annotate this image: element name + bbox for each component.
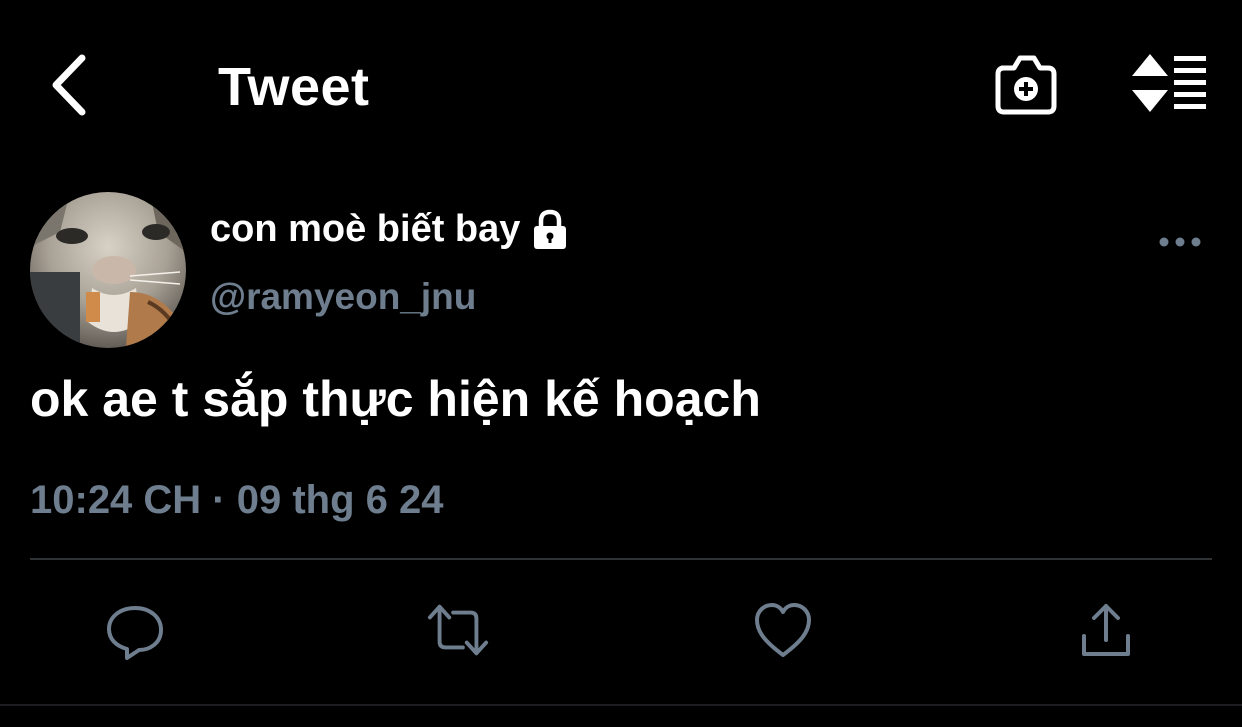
chevron-left-icon bbox=[52, 54, 86, 116]
lock-icon bbox=[530, 209, 570, 251]
like-button[interactable] bbox=[751, 598, 815, 662]
divider bbox=[30, 558, 1212, 560]
camera-add-icon bbox=[995, 55, 1057, 115]
page-title: Tweet bbox=[218, 57, 370, 117]
retweet-button[interactable] bbox=[426, 598, 490, 662]
retweet-icon bbox=[427, 604, 489, 656]
reply-button[interactable] bbox=[103, 598, 167, 662]
sort-button[interactable] bbox=[1128, 50, 1210, 116]
bottom-divider bbox=[0, 704, 1242, 706]
back-button[interactable] bbox=[40, 50, 96, 120]
tweet-text: ok ae t sắp thực hiện kế hoạch bbox=[30, 371, 761, 427]
author-name-row: con moè biết bay bbox=[210, 208, 570, 251]
share-icon bbox=[1082, 604, 1130, 656]
reply-icon bbox=[107, 606, 163, 660]
top-bar: Tweet bbox=[0, 0, 1242, 170]
tweet-timestamp[interactable]: 10:24 CH · 09 thg 6 24 bbox=[30, 478, 444, 523]
heart-icon bbox=[755, 603, 811, 657]
more-options-button[interactable] bbox=[1152, 222, 1208, 262]
share-button[interactable] bbox=[1074, 598, 1138, 662]
avatar[interactable] bbox=[30, 192, 186, 348]
sort-list-icon bbox=[1132, 54, 1206, 112]
camera-button[interactable] bbox=[992, 52, 1060, 116]
more-horizontal-icon bbox=[1159, 237, 1201, 247]
username-handle[interactable]: @ramyeon_jnu bbox=[210, 276, 476, 318]
display-name[interactable]: con moè biết bay bbox=[210, 208, 520, 251]
cat-avatar-image bbox=[30, 192, 186, 348]
